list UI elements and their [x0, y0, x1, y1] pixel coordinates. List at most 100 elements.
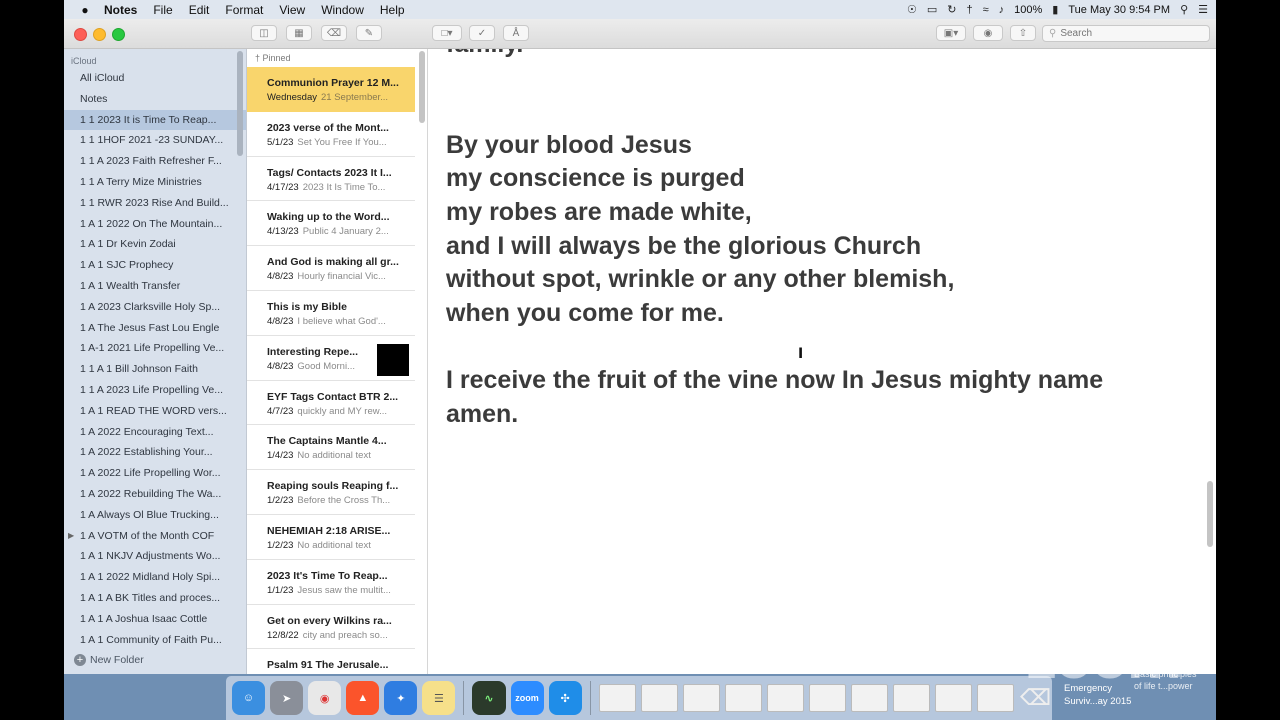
control-center-icon[interactable]: ☰	[1198, 3, 1208, 16]
insert-media-button[interactable]: ▣▾	[936, 25, 966, 41]
search-input[interactable]	[1056, 28, 1201, 39]
sidebar-folder-item[interactable]: Notes	[64, 89, 246, 110]
menu-view[interactable]: View	[279, 3, 305, 17]
note-text-line[interactable]: my robes are made white,	[446, 196, 1206, 230]
minimized-window-thumbnail[interactable]	[724, 684, 762, 712]
minimized-window-thumbnail[interactable]	[808, 684, 846, 712]
note-list-item[interactable]: 2023 verse of the Mont... 5/1/23 Set You F…	[247, 112, 415, 157]
note-list-item[interactable]: Psalm 91 The Jerusale...	[247, 649, 415, 674]
airplay-icon[interactable]: ▭	[927, 3, 937, 16]
note-text-line[interactable]: when you come for me.	[446, 297, 1206, 331]
sidebar-folder-item[interactable]: 1 A 1 NKJV Adjustments Wo...	[64, 546, 246, 567]
notes-app-icon[interactable]: ☰	[422, 681, 456, 715]
sidebar-folder-item[interactable]: 1 A 2022 Life Propelling Wor...	[64, 463, 246, 484]
add-people-button[interactable]: ◉	[973, 25, 1003, 41]
sidebar-folder-item[interactable]: 1 A 1 Community of Faith Pu...	[64, 630, 246, 651]
battery-icon[interactable]: ▮	[1052, 3, 1058, 16]
note-text-line[interactable]: I receive the fruit of the vine now In J…	[446, 364, 1206, 398]
minimized-window-thumbnail[interactable]	[598, 684, 636, 712]
note-list-item[interactable]: Communion Prayer 12 M... Wednesday 21 Sept…	[247, 67, 415, 112]
notes-list-scrollbar[interactable]	[419, 51, 425, 123]
sidebar-folder-item[interactable]: 1 A 2022 Establishing Your...	[64, 442, 246, 463]
finder-icon[interactable]: ☺	[232, 681, 266, 715]
zoom-app-icon[interactable]: zoom	[510, 681, 544, 715]
sidebar-folder-item[interactable]: 1 1 A 2023 Life Propelling Ve...	[64, 380, 246, 401]
note-body[interactable]: family. By your blood Jesusmy conscience …	[446, 49, 1206, 431]
desktop-file-label[interactable]: Basic principles of life t...power	[1134, 668, 1197, 692]
note-text-line[interactable]	[446, 330, 1206, 364]
note-text-line[interactable]	[446, 95, 1206, 129]
new-folder-button[interactable]: + New Folder	[74, 654, 144, 666]
note-list-item[interactable]: Reaping souls Reaping f... 1/2/23 Before t…	[247, 470, 415, 515]
checklist-button[interactable]: ✓	[469, 25, 495, 41]
toggle-sidebar-button[interactable]: ◫	[251, 25, 277, 41]
note-list-item[interactable]: EYF Tags Contact BTR 2... 4/7/23 quickly a…	[247, 381, 415, 426]
menu-format[interactable]: Format	[225, 3, 263, 17]
note-text-line[interactable]: family.	[446, 49, 1206, 62]
sidebar-folder-item[interactable]: 1 A The Jesus Fast Lou Engle	[64, 318, 246, 339]
editor-scrollbar[interactable]	[1207, 481, 1213, 547]
sidebar-folder-item[interactable]: 1 A 2022 Encouraging Text...	[64, 422, 246, 443]
apple-menu-icon[interactable]: ●	[78, 3, 92, 17]
note-text-line[interactable]: my conscience is purged	[446, 162, 1206, 196]
minimized-window-thumbnail[interactable]	[640, 684, 678, 712]
menu-file[interactable]: File	[153, 3, 172, 17]
launchpad-icon[interactable]: ➤	[270, 681, 304, 715]
spotlight-search-icon[interactable]: ⚲	[1180, 3, 1188, 16]
sidebar-folder-item[interactable]: 1 1 2023 It is Time To Reap...	[64, 109, 246, 131]
minimized-window-thumbnail[interactable]	[892, 684, 930, 712]
accessibility-icon[interactable]: ☉	[907, 3, 917, 16]
sidebar-folder-item[interactable]: ▶ 1 A VOTM of the Month COF	[64, 526, 246, 547]
note-list-item[interactable]: Get on every Wilkins ra... 12/8/22 city an…	[247, 605, 415, 650]
chrome-icon[interactable]: ◉	[308, 681, 342, 715]
minimized-window-thumbnail[interactable]	[766, 684, 804, 712]
menubar-clock[interactable]: Tue May 30 9:54 PM	[1068, 4, 1170, 16]
format-text-button[interactable]: Å	[503, 25, 529, 41]
sidebar-folder-item[interactable]: 1 1 A 1 Bill Johnson Faith	[64, 359, 246, 380]
note-list-item[interactable]: This is my Bible 4/8/23 I believe what God…	[247, 291, 415, 336]
note-list-item[interactable]: Waking up to the Word... 4/13/23 Public 4 …	[247, 201, 415, 247]
minimized-window-thumbnail[interactable]	[682, 684, 720, 712]
note-text-line[interactable]: without spot, wrinkle or any other blemi…	[446, 263, 1206, 297]
sidebar-folder-item[interactable]: 1 A 1 Dr Kevin Zodai	[64, 234, 246, 255]
note-list-item[interactable]: The Captains Mantle 4... 1/4/23 No additio…	[247, 425, 415, 471]
lock-note-button[interactable]: □▾	[432, 25, 462, 41]
share-button[interactable]: ⇧	[1010, 25, 1036, 41]
note-list-item[interactable]: Tags/ Contacts 2023 It I... 4/17/23 2023 I…	[247, 157, 415, 202]
brave-icon[interactable]: ▲	[346, 681, 380, 715]
sidebar-folder-item[interactable]: 1 1 RWR 2023 Rise And Build...	[64, 193, 246, 214]
sidebar-folder-item[interactable]: 1 A-1 2021 Life Propelling Ve...	[64, 338, 246, 359]
note-list-item[interactable]: 2023 It's Time To Reap... 1/1/23 Jesus saw…	[247, 560, 415, 605]
note-text-line[interactable]	[446, 62, 1206, 96]
sidebar-folder-item[interactable]: 1 A 2023 Clarksville Holy Sp...	[64, 297, 246, 318]
menu-edit[interactable]: Edit	[189, 3, 210, 17]
sidebar-folder-item[interactable]: 1 A 1 A BK Titles and proces...	[64, 588, 246, 609]
wifi-icon[interactable]: ≈	[983, 4, 989, 16]
note-editor[interactable]: family. By your blood Jesusmy conscience …	[428, 49, 1216, 674]
sidebar-folder-item[interactable]: 1 1 A 2023 Faith Refresher F...	[64, 151, 246, 172]
desktop-file-label[interactable]: Emergency Surviv...ay 2015	[1064, 682, 1131, 708]
sidebar-scrollbar[interactable]	[237, 51, 243, 156]
delete-note-button[interactable]: ⌫	[321, 25, 347, 41]
search-field[interactable]: ⚲	[1042, 25, 1210, 42]
menu-window[interactable]: Window	[321, 3, 364, 17]
minimized-window-thumbnail[interactable]	[934, 684, 972, 712]
sidebar-folder-item[interactable]: 1 A 1 Wealth Transfer	[64, 276, 246, 297]
activity-monitor-icon[interactable]: ∿	[472, 681, 506, 715]
minimize-window-button[interactable]	[93, 28, 106, 41]
safari-icon[interactable]: ✣	[548, 681, 582, 715]
bluetooth-icon[interactable]: †	[966, 4, 972, 16]
menu-app-notes[interactable]: Notes	[104, 3, 137, 17]
note-text-line[interactable]: amen.	[446, 398, 1206, 432]
note-list-item[interactable]: And God is making all gr... 4/8/23 Hourly …	[247, 246, 415, 291]
time-machine-icon[interactable]: ↻	[947, 3, 956, 16]
new-note-button[interactable]: ✎	[356, 25, 382, 41]
sidebar-folder-item[interactable]: All iCloud	[64, 68, 246, 89]
minimized-window-thumbnail[interactable]	[976, 684, 1014, 712]
sidebar-folder-item[interactable]: 1 A 1 SJC Prophecy	[64, 255, 246, 276]
close-window-button[interactable]	[74, 28, 87, 41]
sidebar-folder-item[interactable]: 1 1 1HOF 2021 -23 SUNDAY...	[64, 130, 246, 151]
sidebar-folder-item[interactable]: 1 A 1 2022 On The Mountain...	[64, 214, 246, 235]
disclosure-triangle-icon[interactable]: ▶	[68, 526, 74, 547]
sidebar-folder-item[interactable]: 1 A 1 2022 Midland Holy Spi...	[64, 567, 246, 588]
